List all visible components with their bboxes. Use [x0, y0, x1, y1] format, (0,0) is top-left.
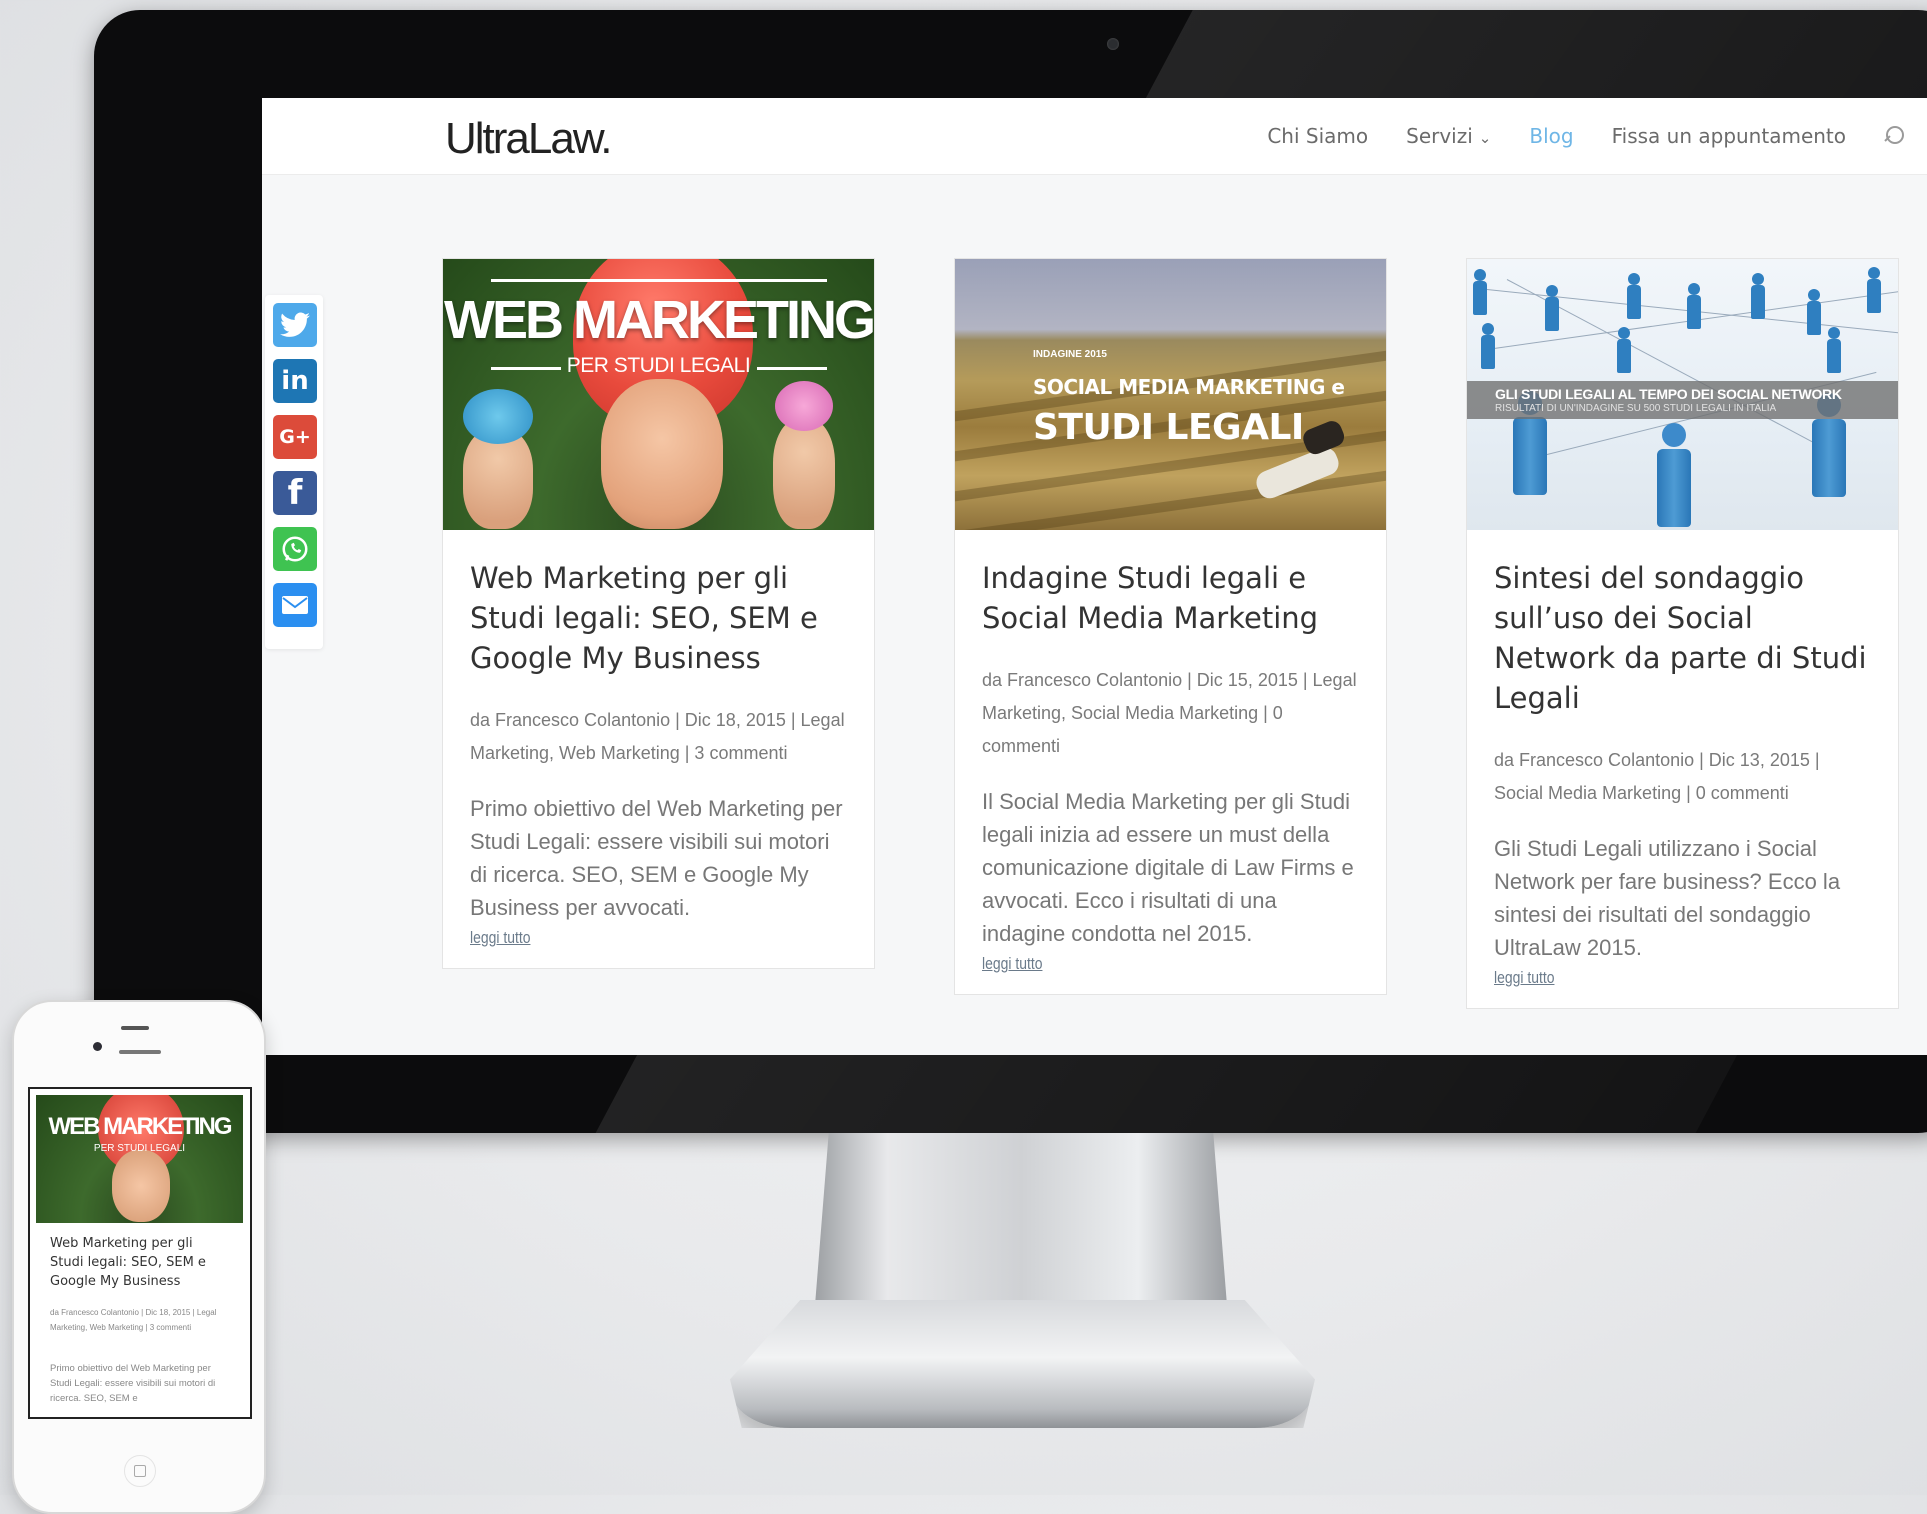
social-share-bar: in G+ f [265, 295, 323, 649]
troll-doll-blue [463, 389, 533, 529]
search-icon[interactable] [1884, 126, 1904, 146]
post-title[interactable]: Web Marketing per gli Studi legali: SEO,… [470, 558, 847, 678]
site-logo[interactable]: UltraLaw. [445, 114, 612, 164]
read-more-link[interactable]: leggi tutto [982, 954, 1042, 974]
post-meta: da Francesco Colantonio | Dic 13, 2015 |… [1494, 750, 1820, 803]
facebook-icon[interactable]: f [273, 471, 317, 515]
person-figure [1481, 323, 1495, 369]
linkedin-icon[interactable]: in [273, 359, 317, 403]
person-figure [1473, 269, 1487, 315]
image-kicker: INDAGINE 2015 [1033, 349, 1107, 360]
site-header: UltraLaw. Chi Siamo Servizi ⌄ Blog Fissa … [262, 98, 1927, 175]
browser-viewport: UltraLaw. Chi Siamo Servizi ⌄ Blog Fissa … [262, 98, 1927, 1055]
nav-item-blog[interactable]: Blog [1529, 124, 1573, 148]
image-subtitle: PER STUDI LEGALI [566, 354, 751, 377]
email-icon[interactable] [273, 583, 317, 627]
person-figure [1627, 273, 1641, 319]
phone-camera [93, 1042, 102, 1051]
post-image-web-marketing[interactable]: WEB MARKETING PER STUDI LEGALI [443, 259, 874, 530]
post-title[interactable]: Indagine Studi legali e Social Media Mar… [982, 558, 1359, 638]
google-plus-icon[interactable]: G+ [273, 415, 317, 459]
figure-face [601, 379, 723, 529]
person-figure [1751, 273, 1765, 319]
image-line-1: GLI STUDI LEGALI AL TEMPO DEI SOCIAL NET… [1495, 386, 1842, 402]
phone-post-image[interactable]: WEB MARKETING PER STUDI LEGALI [36, 1095, 243, 1223]
nav-item-servizi-label: Servizi [1406, 124, 1473, 148]
person-figure [1687, 283, 1701, 329]
chevron-down-icon: ⌄ [1478, 129, 1492, 147]
image-title: WEB MARKETING [48, 1113, 233, 1140]
post-excerpt: Gli Studi Legali utilizzano i Social Net… [1494, 836, 1841, 960]
home-button-icon[interactable] [124, 1455, 156, 1487]
nav-item-chi-siamo[interactable]: Chi Siamo [1267, 124, 1368, 148]
divider [491, 279, 827, 282]
post-meta: da Francesco Colantonio | Dic 15, 2015 |… [982, 670, 1357, 756]
phone-screen: WEB MARKETING PER STUDI LEGALI Web Marke… [28, 1087, 252, 1419]
image-subtitle: PER STUDI LEGALI [93, 1143, 186, 1154]
person-figure-large [1657, 423, 1691, 527]
post-meta: da Francesco Colantonio | Dic 18, 2015 |… [470, 710, 845, 763]
monitor-camera [1107, 38, 1119, 50]
blog-post-card: WEB MARKETING PER STUDI LEGALI Web Marke… [442, 258, 875, 969]
monitor-stand-base [730, 1300, 1315, 1428]
phone-post-title[interactable]: Web Marketing per gli Studi legali: SEO,… [50, 1234, 230, 1291]
post-image-social-media[interactable]: INDAGINE 2015 SOCIAL MEDIA MARKETING e S… [955, 259, 1386, 530]
image-line-2: STUDI LEGALI [1033, 407, 1304, 448]
image-title: WEB MARKETING [444, 290, 874, 350]
read-more-link[interactable]: leggi tutto [470, 928, 530, 948]
phone-sensor [121, 1026, 149, 1030]
post-title[interactable]: Sintesi del sondaggio sull’uso dei Socia… [1494, 558, 1871, 718]
blog-post-card: GLI STUDI LEGALI AL TEMPO DEI SOCIAL NET… [1466, 258, 1899, 1009]
post-image-social-network[interactable]: GLI STUDI LEGALI AL TEMPO DEI SOCIAL NET… [1467, 259, 1898, 530]
twitter-icon[interactable] [273, 303, 317, 347]
person-figure [1617, 327, 1631, 373]
read-more-link[interactable]: leggi tutto [1494, 968, 1554, 988]
phone-post-meta: da Francesco Colantonio | Dic 18, 2015 |… [50, 1308, 217, 1332]
phone-speaker [119, 1050, 161, 1054]
person-figure-large [1513, 391, 1547, 495]
whatsapp-icon[interactable] [273, 527, 317, 571]
person-figure [1545, 285, 1559, 331]
phone-post-excerpt: Primo obiettivo del Web Marketing per St… [50, 1363, 216, 1404]
person-figure-large [1812, 393, 1846, 497]
smartphone-frame: WEB MARKETING PER STUDI LEGALI Web Marke… [12, 1000, 266, 1514]
blog-post-card: INDAGINE 2015 SOCIAL MEDIA MARKETING e S… [954, 258, 1387, 995]
post-excerpt: Il Social Media Marketing per gli Studi … [982, 789, 1354, 946]
image-line-2: RISULTATI DI UN'INDAGINE SU 500 STUDI LE… [1495, 403, 1777, 414]
troll-doll-pink [773, 381, 835, 529]
post-excerpt: Primo obiettivo del Web Marketing per St… [470, 796, 843, 920]
image-line-1: SOCIAL MEDIA MARKETING e [1033, 375, 1345, 399]
person-figure [1867, 267, 1881, 313]
main-nav: Chi Siamo Servizi ⌄ Blog Fissa un appunta… [1267, 124, 1904, 148]
person-figure [1827, 327, 1841, 373]
nav-item-appuntamento[interactable]: Fissa un appuntamento [1612, 124, 1846, 148]
person-figure [1807, 289, 1821, 335]
figure-face [112, 1150, 170, 1222]
nav-item-servizi[interactable]: Servizi ⌄ [1406, 124, 1491, 148]
monitor-frame: UltraLaw. Chi Siamo Servizi ⌄ Blog Fissa … [94, 10, 1927, 1133]
